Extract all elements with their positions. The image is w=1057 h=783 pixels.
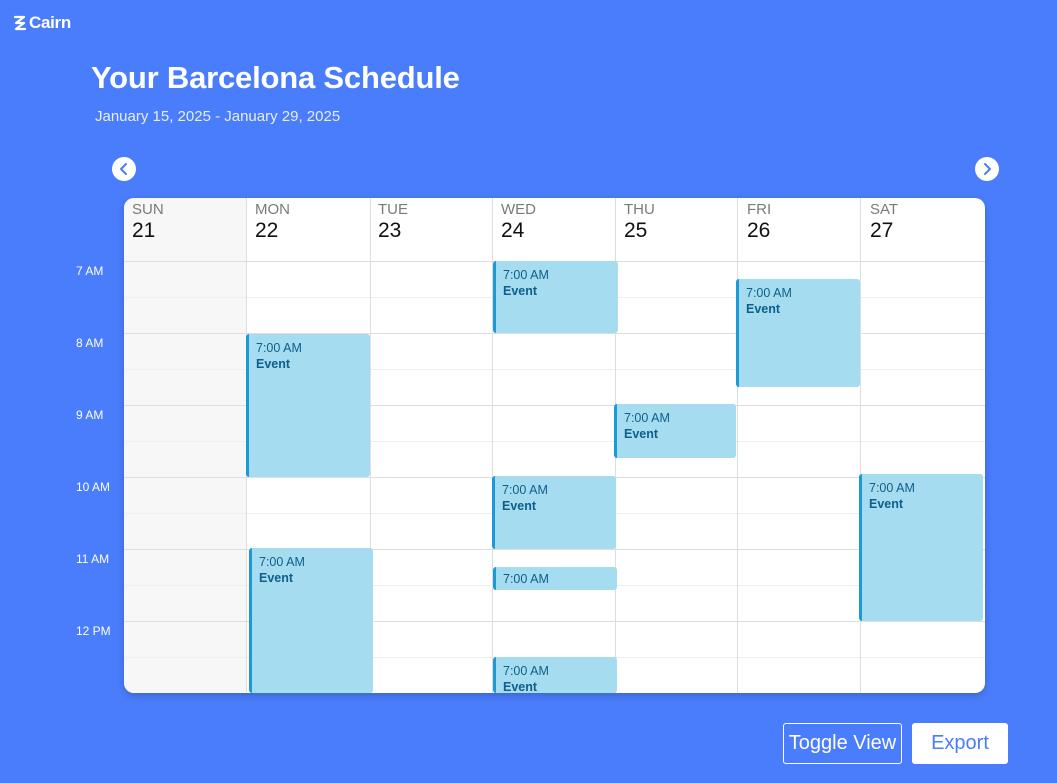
event-title: Event [503,680,538,693]
day-name: TUE [378,201,408,218]
calendar-event[interactable]: 7:00 AM Event [493,657,617,693]
day-header-sat: SAT 27 [862,198,984,261]
export-button[interactable]: Export [912,723,1008,764]
chevron-left-icon [120,163,127,175]
event-time: 7:00 AM [503,664,549,678]
calendar-event[interactable]: 7:00 AM [493,567,617,590]
calendar-event[interactable]: 7:00 AM Event [246,334,370,477]
week-calendar: SUN 21 MON 22 TUE 23 WED 24 THU 25 FRI 2… [124,198,985,693]
day-header-sun: SUN 21 [124,198,246,261]
cairn-logo-icon [14,15,26,31]
event-title: Event [502,499,537,513]
time-label-10am: 10 AM [76,480,111,494]
day-date: 27 [870,219,894,242]
time-label-12pm: 12 PM [76,624,111,638]
column-divider [737,198,738,693]
day-header-thu: THU 25 [616,198,738,261]
event-title: Event [256,357,291,371]
day-name: WED [501,201,536,218]
calendar-event[interactable]: 7:00 AM Event [614,404,736,458]
day-date: 23 [378,219,402,242]
day-date: 26 [747,219,771,242]
calendar-event[interactable]: 7:00 AM Event [493,261,618,333]
event-title: Event [624,427,659,441]
sunday-column-bg [124,198,246,693]
app-name: Cairn [29,13,71,32]
toggle-view-button[interactable]: Toggle View [783,723,902,764]
event-title: Event [259,571,294,585]
day-date: 21 [132,219,156,242]
day-name: SAT [870,201,899,218]
event-time: 7:00 AM [503,572,549,586]
page-title: Your Barcelona Schedule [91,60,460,95]
event-time: 7:00 AM [256,341,302,355]
event-time: 7:00 AM [624,411,670,425]
calendar-event[interactable]: 7:00 AM Event [249,548,373,693]
event-time: 7:00 AM [259,555,305,569]
app-logo[interactable]: Cairn [14,13,71,33]
event-title: Event [869,497,904,511]
event-time: 7:00 AM [502,483,548,497]
event-title: Event [503,284,538,298]
calendar-event[interactable]: 7:00 AM Event [736,279,860,387]
time-label-9am: 9 AM [76,408,104,422]
day-header-mon: MON 22 [247,198,369,261]
day-date: 22 [255,219,279,242]
day-header-tue: TUE 23 [370,198,492,261]
day-header-fri: FRI 26 [739,198,861,261]
day-date: 25 [624,219,648,242]
time-label-8am: 8 AM [76,336,104,350]
calendar-event[interactable]: 7:00 AM Event [492,476,616,549]
day-name: FRI [747,201,772,218]
calendar-event[interactable]: 7:00 AM Event [859,474,983,621]
event-time: 7:00 AM [869,481,915,495]
event-time: 7:00 AM [746,286,792,300]
day-name: MON [255,201,290,218]
time-label-7am: 7 AM [76,264,104,278]
day-name: SUN [132,201,164,218]
next-week-button[interactable] [975,157,999,181]
event-title: Event [746,302,781,316]
day-header-wed: WED 24 [493,198,615,261]
prev-week-button[interactable] [112,157,136,181]
event-time: 7:00 AM [503,268,549,282]
date-range: January 15, 2025 - January 29, 2025 [95,108,341,125]
time-label-11am: 11 AM [76,552,110,566]
chevron-right-icon [984,163,991,175]
day-date: 24 [501,219,525,242]
day-name: THU [624,201,655,218]
